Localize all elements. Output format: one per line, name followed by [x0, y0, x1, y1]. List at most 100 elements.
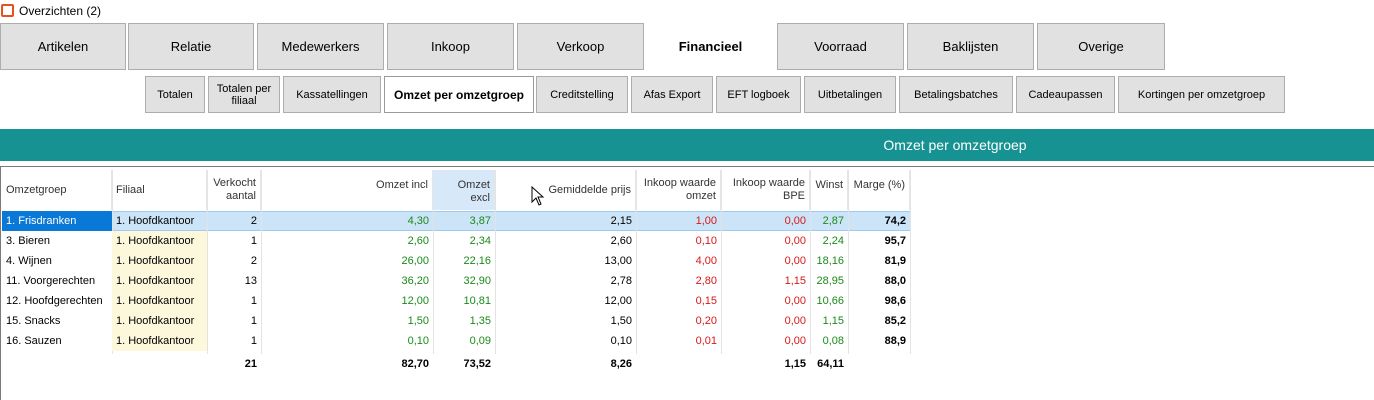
header-verkocht-aantal[interactable]: Verkocht aantal: [207, 170, 261, 210]
cell-winst[interactable]: 28,95: [810, 271, 848, 291]
cell-verkocht[interactable]: 1: [207, 311, 261, 331]
cell-gemiddelde-prijs[interactable]: 0,10: [495, 331, 636, 351]
cell-filiaal[interactable]: 1. Hoofdkantoor: [112, 251, 207, 271]
subtab-eft-logboek[interactable]: EFT logboek: [716, 76, 801, 113]
cell-filiaal[interactable]: 1. Hoofdkantoor: [112, 331, 207, 351]
cell-filiaal[interactable]: 1. Hoofdkantoor: [112, 291, 207, 311]
tab-overige[interactable]: Overige: [1037, 23, 1165, 70]
subtab-totalen[interactable]: Totalen: [145, 76, 205, 113]
cell-winst[interactable]: 2,24: [810, 231, 848, 251]
cell-filiaal[interactable]: 1. Hoofdkantoor: [112, 211, 207, 231]
cell-verkocht[interactable]: 2: [207, 211, 261, 231]
cell-verkocht[interactable]: 1: [207, 231, 261, 251]
header-inkoop-waarde-bpe[interactable]: Inkoop waarde BPE: [721, 170, 810, 210]
cell-gemiddelde-prijs[interactable]: 13,00: [495, 251, 636, 271]
cell-inkoop-omzet[interactable]: 0,15: [636, 291, 721, 311]
tab-relatie[interactable]: Relatie: [128, 23, 254, 70]
cell-verkocht[interactable]: 2: [207, 251, 261, 271]
cell-omzetgroep[interactable]: 11. Voorgerechten: [2, 271, 112, 291]
cell-omzetgroep[interactable]: 12. Hoofdgerechten: [2, 291, 112, 311]
cell-winst[interactable]: 0,08: [810, 331, 848, 351]
cell-marge[interactable]: 81,9: [848, 251, 910, 271]
cell-inkoop-bpe[interactable]: 0,00: [721, 331, 810, 351]
cell-filiaal[interactable]: 1. Hoofdkantoor: [112, 271, 207, 291]
cell-omzet-incl[interactable]: 0,10: [261, 331, 433, 351]
cell-omzet-incl[interactable]: 26,00: [261, 251, 433, 271]
cell-omzet-incl[interactable]: 12,00: [261, 291, 433, 311]
subtab-kortingen-per-omzetgroep[interactable]: Kortingen per omzetgroep: [1118, 76, 1285, 113]
header-marge[interactable]: Marge (%): [848, 170, 910, 210]
cell-gemiddelde-prijs[interactable]: 12,00: [495, 291, 636, 311]
tab-voorraad[interactable]: Voorraad: [777, 23, 904, 70]
cell-omzetgroep[interactable]: 3. Bieren: [2, 231, 112, 251]
cell-winst[interactable]: 1,15: [810, 311, 848, 331]
cell-verkocht[interactable]: 1: [207, 331, 261, 351]
tab-inkoop[interactable]: Inkoop: [387, 23, 514, 70]
cell-omzet-excl[interactable]: 22,16: [433, 251, 495, 271]
cell-omzetgroep[interactable]: 15. Snacks: [2, 311, 112, 331]
header-filiaal[interactable]: Filiaal: [112, 170, 207, 210]
subtab-totalen-per-filiaal[interactable]: Totalen per filiaal: [208, 76, 280, 113]
subtab-creditstelling[interactable]: Creditstelling: [536, 76, 628, 113]
cell-marge[interactable]: 95,7: [848, 231, 910, 251]
cell-marge[interactable]: 88,0: [848, 271, 910, 291]
cell-marge[interactable]: 98,6: [848, 291, 910, 311]
cell-inkoop-omzet[interactable]: 2,80: [636, 271, 721, 291]
subtab-cadeaupassen[interactable]: Cadeaupassen: [1016, 76, 1115, 113]
cell-marge[interactable]: 74,2: [848, 211, 910, 231]
cell-marge[interactable]: 88,9: [848, 331, 910, 351]
tab-medewerkers[interactable]: Medewerkers: [257, 23, 384, 70]
subtab-betalingsbatches[interactable]: Betalingsbatches: [899, 76, 1013, 113]
cell-omzet-incl[interactable]: 4,30: [261, 211, 433, 231]
cell-omzet-excl[interactable]: 2,34: [433, 231, 495, 251]
cell-gemiddelde-prijs[interactable]: 2,78: [495, 271, 636, 291]
cell-inkoop-bpe[interactable]: 0,00: [721, 231, 810, 251]
cell-filiaal[interactable]: 1. Hoofdkantoor: [112, 311, 207, 331]
cell-omzet-excl[interactable]: 0,09: [433, 331, 495, 351]
cell-winst[interactable]: 10,66: [810, 291, 848, 311]
header-omzet-excl[interactable]: Omzet excl: [433, 170, 495, 210]
header-omzet-incl[interactable]: Omzet incl: [261, 170, 433, 210]
cell-omzet-excl[interactable]: 32,90: [433, 271, 495, 291]
cell-inkoop-bpe[interactable]: 0,00: [721, 311, 810, 331]
cell-gemiddelde-prijs[interactable]: 2,60: [495, 231, 636, 251]
cell-gemiddelde-prijs[interactable]: 2,15: [495, 211, 636, 231]
header-winst[interactable]: Winst: [810, 170, 848, 210]
cell-inkoop-omzet[interactable]: 1,00: [636, 211, 721, 231]
tab-baklijsten[interactable]: Baklijsten: [907, 23, 1034, 70]
cell-inkoop-omzet[interactable]: 4,00: [636, 251, 721, 271]
cell-omzet-incl[interactable]: 2,60: [261, 231, 433, 251]
cell-gemiddelde-prijs[interactable]: 1,50: [495, 311, 636, 331]
cell-filiaal[interactable]: 1. Hoofdkantoor: [112, 231, 207, 251]
tab-verkoop[interactable]: Verkoop: [517, 23, 644, 70]
cell-omzetgroep[interactable]: 4. Wijnen: [2, 251, 112, 271]
subtab-kassatellingen[interactable]: Kassatellingen: [283, 76, 381, 113]
cell-omzet-incl[interactable]: 1,50: [261, 311, 433, 331]
subtab-uitbetalingen[interactable]: Uitbetalingen: [804, 76, 896, 113]
tab-artikelen[interactable]: Artikelen: [0, 23, 126, 70]
cell-verkocht[interactable]: 1: [207, 291, 261, 311]
header-gemiddelde-prijs[interactable]: Gemiddelde prijs: [495, 170, 636, 210]
cell-omzet-excl[interactable]: 3,87: [433, 211, 495, 231]
cell-omzetgroep[interactable]: 1. Frisdranken: [2, 211, 112, 231]
tab-financieel[interactable]: Financieel: [647, 23, 774, 70]
cell-inkoop-bpe[interactable]: 1,15: [721, 271, 810, 291]
subtab-omzet-per-omzetgroep[interactable]: Omzet per omzetgroep: [384, 76, 534, 113]
cell-inkoop-bpe[interactable]: 0,00: [721, 251, 810, 271]
cell-inkoop-omzet[interactable]: 0,10: [636, 231, 721, 251]
cell-omzetgroep[interactable]: 16. Sauzen: [2, 331, 112, 351]
cell-inkoop-omzet[interactable]: 0,01: [636, 331, 721, 351]
cell-omzet-excl[interactable]: 10,81: [433, 291, 495, 311]
cell-inkoop-bpe[interactable]: 0,00: [721, 211, 810, 231]
cell-marge[interactable]: 85,2: [848, 311, 910, 331]
cell-verkocht[interactable]: 13: [207, 271, 261, 291]
cell-omzet-excl[interactable]: 1,35: [433, 311, 495, 331]
cell-omzet-incl[interactable]: 36,20: [261, 271, 433, 291]
cell-inkoop-bpe[interactable]: 0,00: [721, 291, 810, 311]
header-inkoop-waarde-omzet[interactable]: Inkoop waarde omzet: [636, 170, 721, 210]
cell-inkoop-omzet[interactable]: 0,20: [636, 311, 721, 331]
header-omzetgroep[interactable]: Omzetgroep: [2, 170, 112, 210]
cell-winst[interactable]: 18,16: [810, 251, 848, 271]
cell-winst[interactable]: 2,87: [810, 211, 848, 231]
subtab-afas-export[interactable]: Afas Export: [631, 76, 713, 113]
